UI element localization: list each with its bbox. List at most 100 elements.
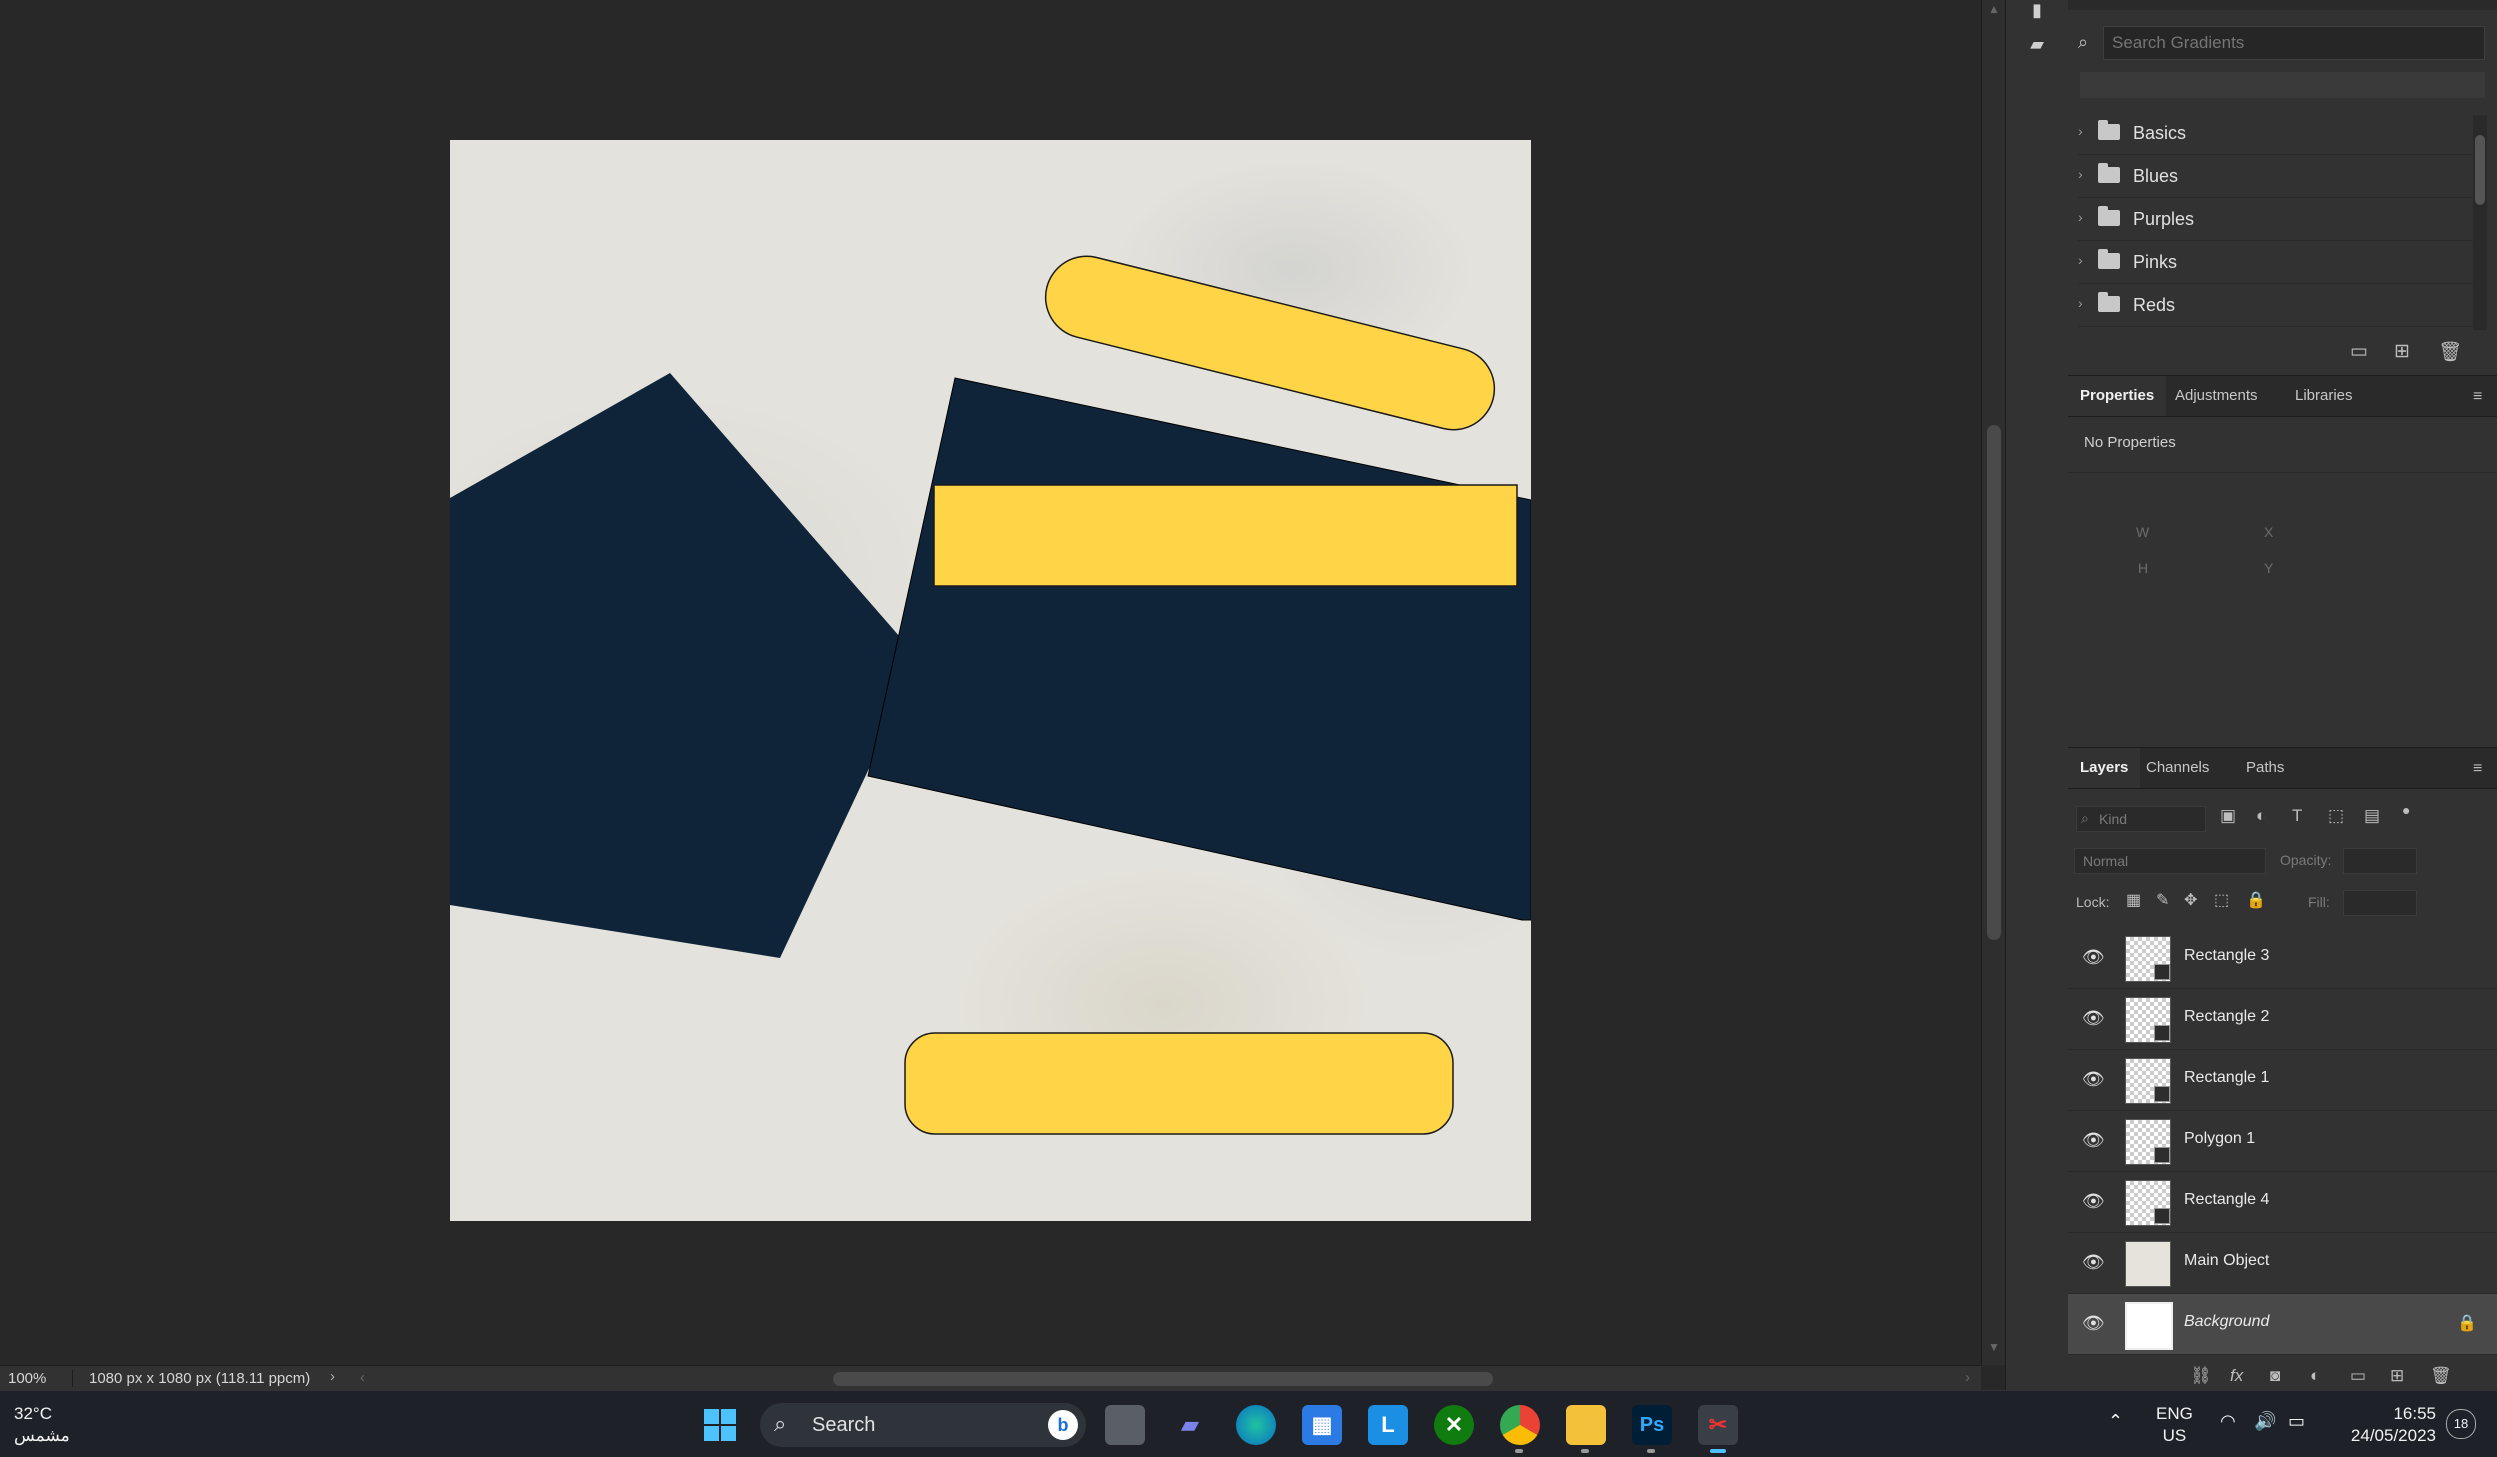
battery-icon[interactable]: ▭ xyxy=(2288,1411,2305,1432)
chevron-right-icon[interactable]: › xyxy=(2078,209,2083,225)
adjustment-filter-icon[interactable]: ◐ xyxy=(2256,806,2266,826)
chevron-right-icon[interactable]: › xyxy=(2078,166,2083,182)
volume-icon[interactable]: 🔊 xyxy=(2254,1411,2276,1432)
layer-row[interactable]: 👁 Rectangle 4 xyxy=(2068,1172,2497,1233)
chrome-icon[interactable] xyxy=(1500,1405,1540,1445)
layer-row[interactable]: 👁 Polygon 1 xyxy=(2068,1111,2497,1172)
gradient-folder-purples[interactable]: › Purples xyxy=(2078,198,2478,241)
lock-position-icon[interactable]: ✥ xyxy=(2184,890,2197,910)
polygon-1-shape[interactable] xyxy=(450,373,920,958)
trash-icon[interactable]: 🗑 xyxy=(2438,340,2462,364)
pixel-filter-icon[interactable]: ▣ xyxy=(2220,806,2236,826)
layer-name[interactable]: Polygon 1 xyxy=(2184,1130,2255,1148)
canvas-workspace[interactable] xyxy=(0,0,1981,1365)
zoom-level[interactable]: 100% xyxy=(8,1370,58,1387)
file-explorer-icon[interactable] xyxy=(1566,1405,1606,1445)
bing-icon[interactable]: b xyxy=(1048,1410,1078,1440)
lock-all-icon[interactable]: 🔒 xyxy=(2246,890,2266,910)
link-layers-icon[interactable]: ⛓ xyxy=(2190,1366,2212,1386)
layer-name[interactable]: Rectangle 2 xyxy=(2184,1008,2269,1026)
lock-artboard-icon[interactable]: ⬚ xyxy=(2214,890,2229,910)
gradients-scrollbar[interactable] xyxy=(2473,115,2487,330)
eye-icon[interactable]: 👁 xyxy=(2082,1130,2105,1151)
eye-icon[interactable]: 👁 xyxy=(2082,1069,2105,1090)
teams-chat-icon[interactable]: ▰ xyxy=(1170,1405,1210,1445)
gradient-folder-blues[interactable]: › Blues xyxy=(2078,155,2478,198)
chevron-right-icon[interactable]: › xyxy=(2078,295,2083,311)
eye-icon[interactable]: 👁 xyxy=(2082,1313,2105,1334)
canvas-vertical-scrollbar[interactable]: ▲ ▼ xyxy=(1981,0,2006,1365)
rectangle-2-shape[interactable] xyxy=(933,484,1518,587)
eye-icon[interactable]: 👁 xyxy=(2082,1191,2105,1212)
lock-brush-icon[interactable]: ✎ xyxy=(2156,890,2169,910)
chevron-right-icon[interactable]: › xyxy=(2078,252,2083,268)
scroll-left-arrow-icon[interactable]: ‹ xyxy=(360,1369,365,1386)
app-l-icon[interactable]: L xyxy=(1368,1405,1408,1445)
gradient-folder-reds[interactable]: › Reds xyxy=(2078,284,2478,327)
tab-layers[interactable]: Layers xyxy=(2068,748,2141,788)
add-mask-icon[interactable]: ◙ xyxy=(2270,1366,2280,1386)
blend-mode-select[interactable]: Normal xyxy=(2074,848,2266,874)
layer-row[interactable]: 👁 Main Object xyxy=(2068,1233,2497,1294)
tab-channels[interactable]: Channels xyxy=(2134,748,2221,788)
eye-icon[interactable]: 👁 xyxy=(2082,1008,2105,1029)
adjustment-layer-icon[interactable]: ◐ xyxy=(2310,1366,2320,1386)
fx-icon[interactable]: fx xyxy=(2230,1366,2243,1386)
search-gradients-input[interactable] xyxy=(2103,26,2485,60)
eye-icon[interactable]: 👁 xyxy=(2082,1252,2105,1273)
new-gradient-icon[interactable]: ⊞ xyxy=(2394,340,2410,363)
layer-name[interactable]: Rectangle 4 xyxy=(2184,1191,2269,1209)
clock[interactable]: 16:55 24/05/2023 xyxy=(2336,1403,2436,1447)
artboard[interactable] xyxy=(450,140,1531,1221)
layer-name[interactable]: Rectangle 3 xyxy=(2184,947,2269,965)
edge-browser-icon[interactable] xyxy=(1236,1405,1276,1445)
eye-icon[interactable]: 👁 xyxy=(2082,947,2105,968)
smart-object-filter-icon[interactable]: ▤ xyxy=(2364,806,2380,826)
taskbar-search[interactable]: ⌕ Search b xyxy=(760,1403,1086,1447)
rectangle-1-shape[interactable] xyxy=(867,377,1531,921)
chevron-right-icon[interactable]: › xyxy=(330,1368,335,1385)
lock-transparent-icon[interactable]: ▦ xyxy=(2126,890,2141,910)
lock-icon[interactable]: 🔒 xyxy=(2457,1313,2477,1333)
new-layer-icon[interactable]: ⊞ xyxy=(2390,1366,2404,1386)
notification-badge[interactable]: 18 xyxy=(2446,1409,2476,1439)
chevron-up-icon[interactable]: ⌃ xyxy=(2108,1411,2123,1432)
panel-menu-icon[interactable]: ≡ xyxy=(2473,388,2489,405)
tab-libraries[interactable]: Libraries xyxy=(2283,376,2365,416)
layer-name[interactable]: Main Object xyxy=(2184,1252,2269,1270)
wifi-icon[interactable]: ◠ xyxy=(2220,1411,2236,1432)
canvas-horizontal-scrollbar[interactable]: ‹ › xyxy=(360,1369,1980,1387)
scroll-up-arrow-icon[interactable]: ▲ xyxy=(1988,2,2000,16)
filter-toggle-icon[interactable]: ● xyxy=(2402,802,2410,818)
trash-icon[interactable]: 🗑 xyxy=(2430,1366,2452,1386)
scrollbar-thumb[interactable] xyxy=(1987,425,2001,940)
layer-name[interactable]: Rectangle 1 xyxy=(2184,1069,2269,1087)
shape-filter-icon[interactable]: ⬚ xyxy=(2328,806,2344,826)
photoshop-icon[interactable]: Ps xyxy=(1632,1405,1672,1445)
panel-menu-icon[interactable]: ≡ xyxy=(2473,760,2489,777)
gradient-folder-pinks[interactable]: › Pinks xyxy=(2078,241,2478,284)
layer-row[interactable]: 👁 Rectangle 1 xyxy=(2068,1050,2497,1111)
layer-row[interactable]: 👁 Rectangle 3 xyxy=(2068,928,2497,989)
document-info[interactable]: 1080 px x 1080 px (118.11 ppcm) xyxy=(72,1370,322,1387)
layer-kind-filter[interactable]: ⌕ Kind xyxy=(2076,806,2206,832)
snipping-tool-icon[interactable]: ✂ xyxy=(1698,1405,1738,1445)
new-group-icon[interactable]: ▭ xyxy=(2350,1366,2366,1386)
type-filter-icon[interactable]: T xyxy=(2292,806,2302,826)
tab-properties[interactable]: Properties xyxy=(2068,376,2167,416)
comments-icon[interactable]: ▰ xyxy=(2026,34,2048,56)
windows-start-icon[interactable] xyxy=(700,1405,740,1445)
panel-tool-icon[interactable]: ▮ xyxy=(2026,0,2048,22)
layer-row[interactable]: 👁 Rectangle 2 xyxy=(2068,989,2497,1050)
xbox-icon[interactable]: ✕ xyxy=(1434,1405,1474,1445)
rectangle-4-shape[interactable] xyxy=(904,1032,1454,1135)
new-group-folder-icon[interactable]: ▭ xyxy=(2350,340,2368,363)
task-view-icon[interactable] xyxy=(1105,1405,1145,1445)
tab-paths[interactable]: Paths xyxy=(2234,748,2296,788)
scroll-down-arrow-icon[interactable]: ▼ xyxy=(1988,1340,2000,1354)
layer-row-selected[interactable]: 👁 Background 🔒 xyxy=(2068,1294,2497,1355)
microsoft-store-icon[interactable]: ▦ xyxy=(1302,1405,1342,1445)
scroll-right-arrow-icon[interactable]: › xyxy=(1965,1369,1970,1386)
layer-name[interactable]: Background xyxy=(2184,1313,2269,1331)
opacity-input[interactable] xyxy=(2343,848,2417,874)
